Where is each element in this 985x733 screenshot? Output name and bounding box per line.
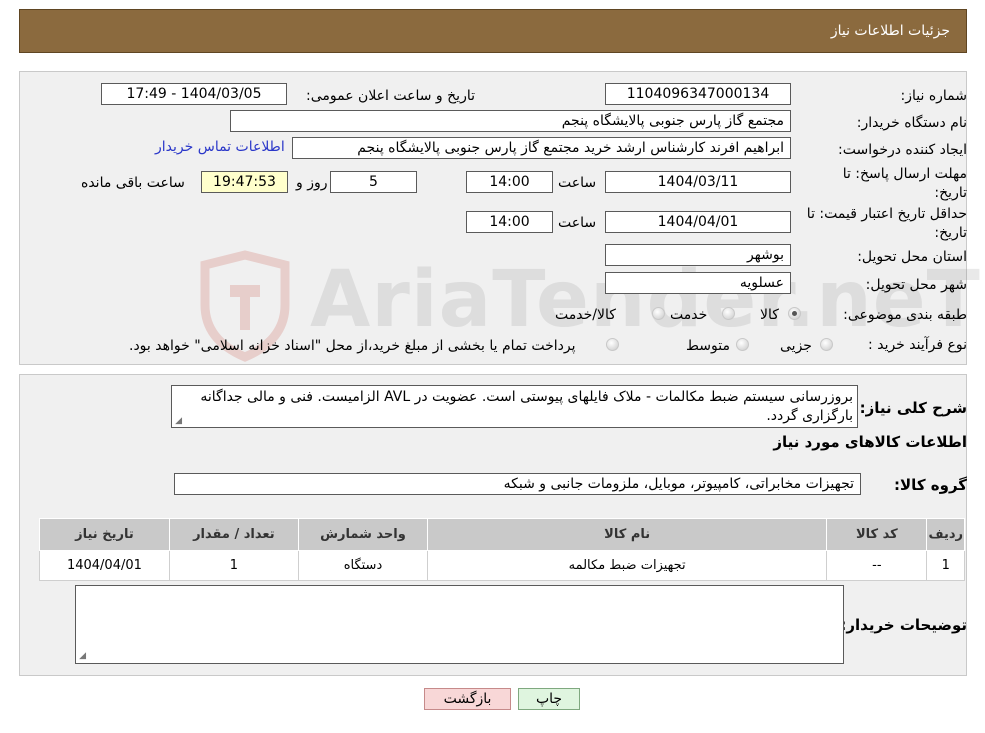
process-option-medium: متوسط xyxy=(686,338,730,354)
back-button[interactable]: بازگشت xyxy=(424,688,511,710)
buyer-org-label: نام دستگاه خریدار: xyxy=(856,115,967,131)
col-goods-name: نام کالا xyxy=(427,518,828,551)
deadline-label-text: مهلت ارسال پاسخ: تا تاریخ: xyxy=(842,166,967,201)
col-quantity: تعداد / مقدار xyxy=(168,518,299,551)
process-treasury-note: پرداخت تمام یا بخشی از مبلغ خرید،از محل … xyxy=(129,338,576,354)
process-radio-treasury[interactable] xyxy=(606,338,619,351)
category-radio-service[interactable] xyxy=(722,307,735,320)
announce-date-field: 1404/03/05 - 17:49 xyxy=(101,83,287,105)
days-label: روز و xyxy=(296,175,328,191)
buyer-notes-field xyxy=(75,585,844,664)
buyer-org-field: مجتمع گاز پارس جنوبی پالایشگاه پنجم xyxy=(230,110,791,132)
category-option-goods-service: کالا/خدمت xyxy=(555,307,616,323)
min-validity-label: حداقل تاریخ اعتبار قیمت: تا تاریخ: xyxy=(797,205,967,243)
min-validity-label-text: حداقل تاریخ اعتبار قیمت: تا تاریخ: xyxy=(806,206,967,241)
cell-quantity: 1 xyxy=(168,550,299,581)
creator-label: ایجاد کننده درخواست: xyxy=(838,142,967,158)
cell-goods-name: تجهیزات ضبط مکالمه xyxy=(427,550,828,581)
items-table-header-row: ردیف کد کالا نام کالا واحد شمارش تعداد /… xyxy=(39,518,965,551)
province-label: استان محل تحویل: xyxy=(857,249,967,265)
col-need-date: تاریخ نیاز xyxy=(39,518,170,551)
col-row-number: ردیف xyxy=(926,518,965,551)
city-label: شهر محل تحویل: xyxy=(865,277,967,293)
buyer-notes-resize-handle[interactable]: ◢ xyxy=(77,652,86,661)
cell-need-date: 1404/04/01 xyxy=(39,550,170,581)
remaining-time-field: 19:47:53 xyxy=(201,171,288,193)
deadline-time-field: 14:00 xyxy=(466,171,553,193)
need-number-label: شماره نیاز: xyxy=(900,88,968,104)
city-field: عسلویه xyxy=(605,272,791,294)
min-validity-date-field: 1404/04/01 xyxy=(605,211,791,233)
buyer-contact-link[interactable]: اطلاعات تماس خریدار xyxy=(155,139,285,155)
remaining-time-label: ساعت باقی مانده xyxy=(81,175,185,191)
print-button[interactable]: چاپ xyxy=(518,688,580,710)
deadline-time-label: ساعت xyxy=(558,175,597,191)
page-title: جزئیات اطلاعات نیاز xyxy=(830,23,950,39)
watermark-text: AriaTender.neT xyxy=(310,255,981,345)
col-unit: واحد شمارش xyxy=(297,518,429,551)
process-radio-minor[interactable] xyxy=(820,338,833,351)
category-label: طبقه بندی موضوعی: xyxy=(843,307,967,323)
goods-group-label: گروه کالا: xyxy=(894,476,967,494)
cell-unit: دستگاه xyxy=(297,550,429,581)
items-table-wrapper: ردیف کد کالا نام کالا واحد شمارش تعداد /… xyxy=(39,518,965,581)
process-option-minor: جزیی xyxy=(780,338,812,354)
category-option-service: خدمت xyxy=(670,307,708,323)
description-resize-handle[interactable]: ◢ xyxy=(173,417,182,426)
cell-goods-code: -- xyxy=(826,550,928,581)
announce-date-label: تاریخ و ساعت اعلان عمومی: xyxy=(306,88,475,104)
category-radio-goods[interactable] xyxy=(788,307,801,320)
process-radio-medium[interactable] xyxy=(736,338,749,351)
deadline-date-field: 1404/03/11 xyxy=(605,171,791,193)
buyer-notes-label: توضیحات خریدار: xyxy=(840,616,967,634)
min-validity-time-field: 14:00 xyxy=(466,211,553,233)
need-number-field: 1104096347000134 xyxy=(605,83,791,105)
province-field: بوشهر xyxy=(605,244,791,266)
description-field: بروزرسانی سیستم ضبط مکالمات - ملاک فایله… xyxy=(171,385,858,428)
cell-row-number: 1 xyxy=(926,550,965,581)
goods-group-field: تجهیزات مخابراتی، کامپیوتر، موبایل، ملزو… xyxy=(174,473,861,495)
category-option-goods: کالا xyxy=(760,307,779,323)
table-row: 1 -- تجهیزات ضبط مکالمه دستگاه 1 1404/04… xyxy=(39,550,965,581)
description-label: شرح کلی نیاز: xyxy=(859,399,967,417)
description-text: بروزرسانی سیستم ضبط مکالمات - ملاک فایله… xyxy=(200,389,853,424)
items-section-title: اطلاعات کالاهای مورد نیاز xyxy=(773,433,967,451)
page-header: جزئیات اطلاعات نیاز xyxy=(19,9,967,53)
items-table: ردیف کد کالا نام کالا واحد شمارش تعداد /… xyxy=(39,518,965,581)
days-field: 5 xyxy=(330,171,417,193)
col-goods-code: کد کالا xyxy=(826,518,928,551)
category-radio-goods-service[interactable] xyxy=(652,307,665,320)
min-validity-time-label: ساعت xyxy=(558,215,597,231)
deadline-label: مهلت ارسال پاسخ: تا تاریخ: xyxy=(809,165,967,203)
process-type-label: نوع فرآیند خرید : xyxy=(868,337,967,353)
creator-field: ابراهیم افرند کارشناس ارشد خرید مجتمع گا… xyxy=(292,137,791,159)
